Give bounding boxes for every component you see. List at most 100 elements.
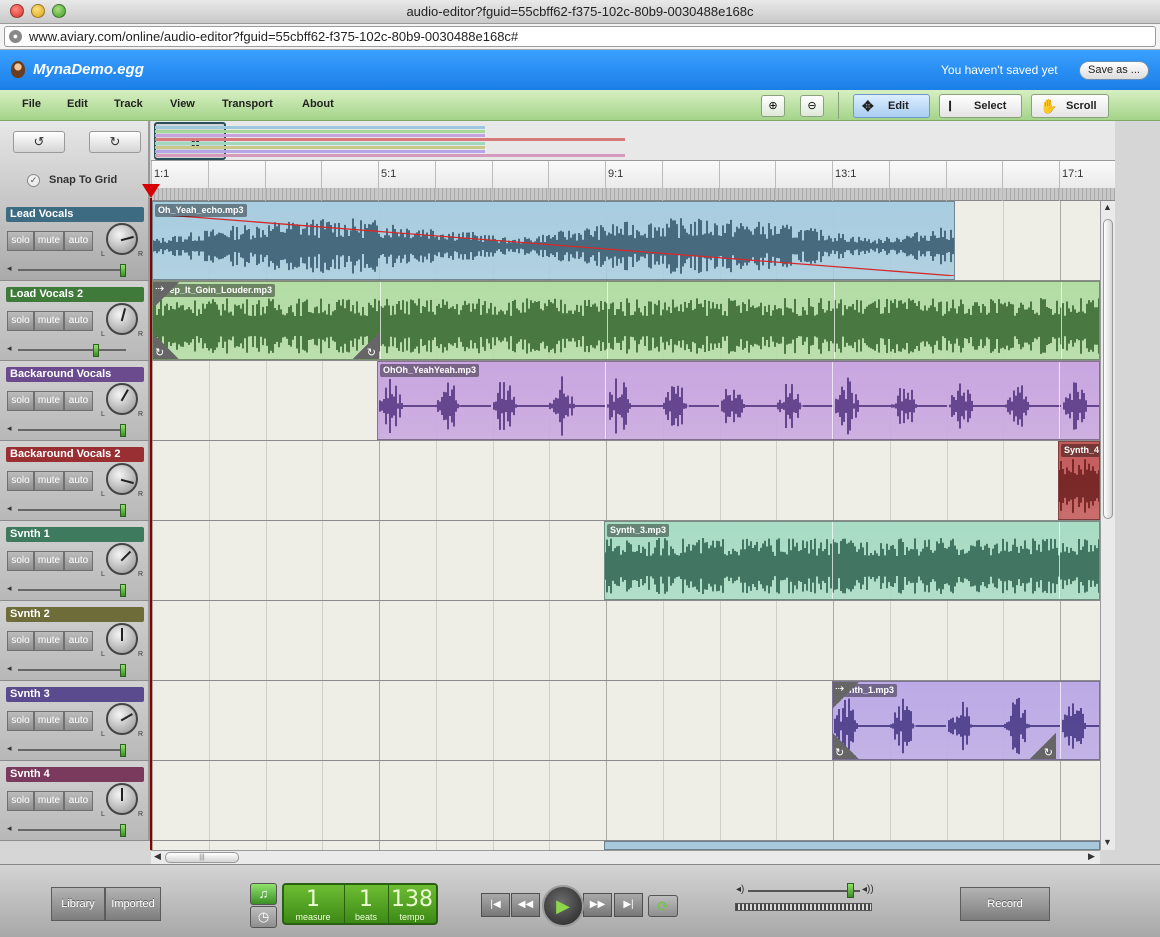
pan-knob[interactable] [106,463,138,495]
loop-handle-bottom-left[interactable]: ↻ [833,733,859,759]
track-volume-slider[interactable] [18,509,126,511]
track-volume-thumb[interactable] [119,424,126,437]
pan-knob[interactable] [106,223,138,255]
auto-button[interactable]: auto [64,471,93,491]
track-volume-slider[interactable] [18,429,126,431]
horizontal-scrollbar[interactable]: ◀ ||| ▶ [151,850,1100,864]
timeline-overview[interactable]: ▮▮ [151,121,1115,161]
mute-button[interactable]: mute [34,471,64,491]
solo-button[interactable]: solo [7,791,34,811]
track-name[interactable]: Load Vocals 2 [6,287,144,302]
audio-clip[interactable]: Keep_It_Goin_Louder.mp3 ⇢ ↻ ↻ [152,281,1100,360]
auto-button[interactable]: auto [64,311,93,331]
mute-button[interactable]: mute [34,311,64,331]
track-name[interactable]: Svnth 3 [6,687,144,702]
track-volume-slider[interactable] [18,669,126,671]
scroll-right-arrow-icon[interactable]: ▶ [1088,851,1095,862]
loop-handle-bottom-right[interactable]: ↻ [353,333,379,359]
track-header[interactable]: Svnth 4 solo mute auto L R ◂ [0,761,150,841]
imported-button[interactable]: Imported [105,887,161,921]
track-header[interactable]: Svnth 1 solo mute auto L R ◂ [0,521,150,601]
mute-button[interactable]: mute [34,791,64,811]
undo-button[interactable]: ↺ [13,131,65,153]
time-display-button[interactable]: ◷ [250,906,277,928]
horizontal-scroll-thumb[interactable]: ||| [165,852,239,863]
track-header[interactable]: Svnth 2 solo mute auto L R ◂ [0,601,150,681]
scroll-down-arrow-icon[interactable]: ▼ [1103,837,1112,847]
pan-knob[interactable] [106,543,138,575]
track-name[interactable]: Svnth 1 [6,527,144,542]
track-header[interactable]: Svnth 3 solo mute auto L R ◂ [0,681,150,761]
track-volume-slider[interactable] [18,829,126,831]
snap-to-grid-checkbox[interactable]: ✓ [27,174,40,187]
track-header[interactable]: Load Vocals 2 solo mute auto L R ◂ [0,281,150,361]
save-as-button[interactable]: Save as ... [1079,61,1149,80]
audio-clip[interactable]: Synth_3.mp3 [604,521,1100,600]
menu-transport[interactable]: Transport [222,98,273,110]
solo-button[interactable]: solo [7,551,34,571]
track-name[interactable]: Backaround Vocals [6,367,144,382]
edit-mode-button[interactable]: ✥ Edit [853,94,930,118]
auto-button[interactable]: auto [64,551,93,571]
scroll-up-arrow-icon[interactable]: ▲ [1103,202,1112,212]
mute-button[interactable]: mute [34,711,64,731]
solo-button[interactable]: solo [7,391,34,411]
select-mode-button[interactable]: Ⅰ Select [939,94,1022,118]
audio-clip[interactable]: Oh_Yeah_echo.mp3 [152,201,955,280]
track-volume-slider[interactable] [18,349,126,351]
master-volume-slider[interactable] [748,890,860,892]
rewind-button[interactable]: ◀◀ [511,893,540,917]
mute-button[interactable]: mute [34,231,64,251]
track-name[interactable]: Svnth 4 [6,767,144,782]
playhead-marker[interactable] [142,184,160,198]
library-button[interactable]: Library [51,887,105,921]
menu-view[interactable]: View [170,98,195,110]
pan-knob[interactable] [106,703,138,735]
timeline-ruler[interactable]: 1:1 5:1 9:1 13:1 17:1 [151,161,1115,201]
track-volume-thumb[interactable] [119,664,126,677]
pan-knob[interactable] [106,623,138,655]
menu-track[interactable]: Track [114,98,143,110]
go-to-end-button[interactable]: ▶| [614,893,643,917]
track-name[interactable]: Svnth 2 [6,607,144,622]
track-volume-thumb[interactable] [119,824,126,837]
scroll-mode-button[interactable]: ✋ Scroll [1031,94,1109,118]
track-name[interactable]: Backaround Vocals 2 [6,447,144,462]
track-volume-slider[interactable] [18,589,126,591]
tracks-area[interactable]: Oh_Yeah_echo.mp3 Keep_It_Goin_Louder.mp3… [152,201,1100,850]
audio-clip[interactable]: Synth_1.mp3 ⇢ ↻ ↻ [832,681,1100,760]
auto-button[interactable]: auto [64,391,93,411]
audio-clip[interactable]: OhOh_YeahYeah.mp3 [377,361,1100,440]
track-volume-thumb[interactable] [119,264,126,277]
loop-handle-bottom-left[interactable]: ↻ [153,333,179,359]
mute-button[interactable]: mute [34,631,64,651]
loop-toggle-button[interactable]: ⟳ [648,895,678,917]
zoom-out-button[interactable]: ⊖ [800,95,824,117]
track-volume-thumb[interactable] [92,344,99,357]
master-volume-thumb[interactable] [847,883,855,898]
pan-knob[interactable] [106,783,138,815]
vertical-scroll-thumb[interactable] [1103,219,1113,519]
url-field[interactable]: ● www.aviary.com/online/audio-editor?fgu… [4,26,1156,47]
vertical-scrollbar[interactable]: ▲ ▼ [1100,201,1115,850]
auto-button[interactable]: auto [64,711,93,731]
metronome-button[interactable]: ♫ [250,883,277,905]
track-volume-slider[interactable] [18,749,126,751]
track-volume-slider[interactable] [18,269,126,271]
audio-clip[interactable] [604,841,1100,850]
fast-forward-button[interactable]: ▶▶ [583,893,612,917]
solo-button[interactable]: solo [7,231,34,251]
auto-button[interactable]: auto [64,231,93,251]
scroll-left-arrow-icon[interactable]: ◀ [154,851,161,862]
track-header[interactable]: Backaround Vocals solo mute auto L R ◂ [0,361,150,441]
track-volume-thumb[interactable] [119,744,126,757]
solo-button[interactable]: solo [7,631,34,651]
track-header[interactable]: Lead Vocals solo mute auto L R ◂ [0,201,150,281]
solo-button[interactable]: solo [7,711,34,731]
menu-file[interactable]: File [22,98,41,110]
mute-button[interactable]: mute [34,551,64,571]
auto-button[interactable]: auto [64,631,93,651]
record-button[interactable]: Record [960,887,1050,921]
auto-button[interactable]: auto [64,791,93,811]
track-volume-thumb[interactable] [119,584,126,597]
